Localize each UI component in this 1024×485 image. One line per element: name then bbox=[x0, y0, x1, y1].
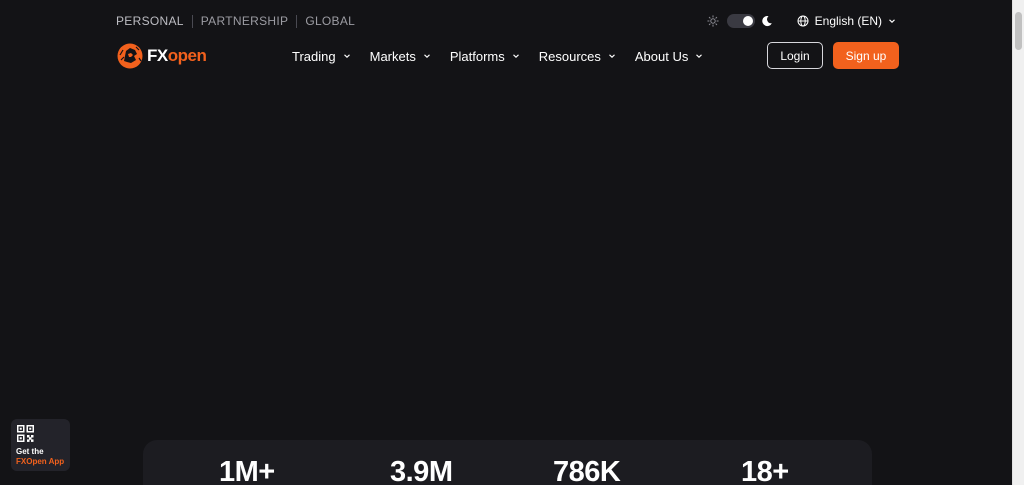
scrollbar[interactable] bbox=[1012, 0, 1024, 485]
globe-icon bbox=[797, 15, 809, 27]
top-utilities: English (EN) bbox=[706, 11, 896, 31]
auth-buttons: Login Sign up bbox=[767, 42, 899, 69]
chevron-down-icon bbox=[888, 17, 896, 25]
get-app-badge[interactable]: Get the FXOpen App bbox=[11, 419, 70, 471]
chevron-down-icon bbox=[608, 52, 616, 60]
site-link-global[interactable]: GLOBAL bbox=[305, 13, 355, 30]
chevron-down-icon bbox=[343, 52, 351, 60]
divider bbox=[191, 15, 193, 28]
site-link-partnership[interactable]: PARTNERSHIP bbox=[201, 13, 289, 30]
nav-item-label: Markets bbox=[369, 48, 416, 64]
nav-item-trading[interactable]: Trading bbox=[292, 49, 351, 64]
stat-value: 18+ bbox=[741, 456, 789, 485]
site-switcher: PERSONAL PARTNERSHIP GLOBAL bbox=[116, 13, 355, 30]
nav-item-label: Trading bbox=[292, 48, 336, 64]
toggle-knob bbox=[742, 16, 753, 26]
language-selector[interactable]: English (EN) bbox=[815, 14, 882, 28]
nav-item-label: Resources bbox=[538, 48, 601, 64]
nav-item-resources[interactable]: Resources bbox=[539, 49, 616, 64]
nav-item-label: About Us bbox=[634, 48, 689, 64]
logo-wordmark: FXopen bbox=[147, 46, 207, 65]
nav-menu: Trading Markets Platforms Resources Abou… bbox=[292, 40, 722, 72]
scrollbar-thumb[interactable] bbox=[1015, 12, 1022, 50]
stats-panel: 1M+ 3.9M 786K 18+ bbox=[143, 440, 872, 485]
nav-item-about-us[interactable]: About Us bbox=[635, 49, 703, 64]
logo[interactable]: FXopen bbox=[116, 40, 207, 72]
stat-value: 1M+ bbox=[219, 456, 275, 485]
sun-icon bbox=[706, 15, 719, 27]
nav-item-platforms[interactable]: Platforms bbox=[450, 49, 520, 64]
main-nav: FXopen Trading Markets Platforms Resourc… bbox=[116, 40, 899, 72]
stat-value: 3.9M bbox=[390, 456, 453, 485]
moon-icon bbox=[761, 15, 773, 27]
chevron-down-icon bbox=[423, 52, 431, 60]
page: PERSONAL PARTNERSHIP GLOBAL English (EN)… bbox=[0, 0, 1024, 485]
nav-item-label: Platforms bbox=[449, 48, 505, 64]
badge-app-name: FXOpen App bbox=[16, 457, 65, 466]
chevron-down-icon bbox=[512, 52, 520, 60]
theme-toggle[interactable] bbox=[726, 14, 755, 28]
logo-lion-icon bbox=[117, 43, 143, 69]
site-link-personal[interactable]: PERSONAL bbox=[116, 13, 184, 30]
login-button[interactable]: Login bbox=[767, 42, 823, 69]
badge-text: Get the bbox=[16, 447, 44, 456]
chevron-down-icon bbox=[695, 52, 703, 60]
nav-item-markets[interactable]: Markets bbox=[370, 49, 431, 64]
divider bbox=[296, 15, 298, 28]
signup-button[interactable]: Sign up bbox=[833, 42, 899, 69]
qr-code-icon bbox=[17, 425, 34, 442]
stat-value: 786K bbox=[553, 456, 621, 485]
